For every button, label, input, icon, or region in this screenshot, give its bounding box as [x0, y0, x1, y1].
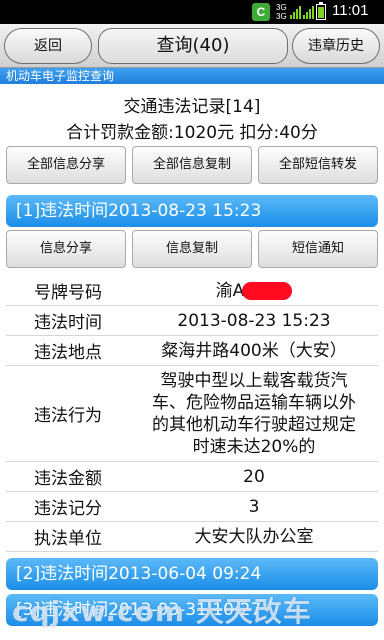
field-label: 违法地点 — [34, 343, 102, 363]
sms-notify-button[interactable]: 短信通知 — [258, 230, 378, 268]
network-type-label: 3G — [276, 3, 287, 12]
status-bar: C 3G 3G 11:01 — [0, 0, 384, 24]
clock: 11:01 — [332, 2, 369, 19]
signal-icon — [290, 6, 301, 19]
record-count-title: 交通违法记录[14] — [123, 97, 261, 117]
field-value: 大安大队办公室 — [194, 526, 314, 547]
section-subheader: 机动车电子监控查询 — [0, 68, 384, 84]
field-label: 违法行为 — [34, 406, 102, 426]
totals-summary: 合计罚款金额:1020元 扣分:40分 — [66, 123, 318, 143]
field-value: 2013-08-23 15:23 — [177, 310, 331, 331]
share-button[interactable]: 信息分享 — [6, 230, 126, 268]
watermark: cqjxw.com 天天改车 — [12, 595, 312, 628]
field-label: 号牌号码 — [34, 283, 102, 303]
field-value: 粲海井路400米（大安） — [161, 340, 347, 361]
field-value: 3 — [248, 496, 260, 517]
violation-history-button[interactable]: 违章历史 — [292, 28, 380, 64]
table-row: 违法地点 粲海井路400米（大安） — [6, 336, 378, 366]
app-notification-icon: C — [252, 3, 270, 21]
table-row: 违法行为 驾驶中型以上载客载货汽 车、危险物品运输车辆以外 的其他机动车行驶超过… — [6, 366, 378, 462]
page-title: 查询(40) — [98, 28, 288, 64]
table-row: 违法记分 3 — [6, 492, 378, 522]
field-label: 执法单位 — [34, 529, 102, 549]
record-header[interactable]: [1]违法时间2013-08-23 15:23 — [6, 195, 378, 227]
network-type-label: 3G — [276, 12, 287, 21]
copy-all-button[interactable]: 全部信息复制 — [132, 146, 252, 184]
signal-icon — [303, 6, 314, 19]
table-row: 号牌号码 渝A — [6, 276, 378, 306]
title-bar: 返回 查询(40) 违章历史 — [0, 24, 384, 68]
plate-number: 渝A — [215, 280, 245, 301]
field-label: 违法记分 — [34, 499, 102, 519]
back-button[interactable]: 返回 — [4, 28, 92, 64]
table-row: 违法时间 2013-08-23 15:23 — [6, 306, 378, 336]
field-value: 驾驶中型以上载客载货汽 车、危险物品运输车辆以外 的其他机动车行驶超过规定 时速… — [152, 370, 356, 457]
redaction-mark — [242, 281, 293, 300]
record-header[interactable]: [2]违法时间2013-06-04 09:24 — [6, 558, 378, 590]
share-all-button[interactable]: 全部信息分享 — [6, 146, 126, 184]
field-value: 20 — [243, 466, 265, 487]
sms-forward-all-button[interactable]: 全部短信转发 — [258, 146, 378, 184]
field-label: 违法金额 — [34, 469, 102, 489]
copy-button[interactable]: 信息复制 — [132, 230, 252, 268]
field-value: 渝A — [130, 276, 378, 305]
field-label: 违法时间 — [34, 313, 102, 333]
table-row: 执法单位 大安大队办公室 — [6, 522, 378, 552]
battery-icon — [316, 2, 326, 20]
table-row: 违法金额 20 — [6, 462, 378, 492]
